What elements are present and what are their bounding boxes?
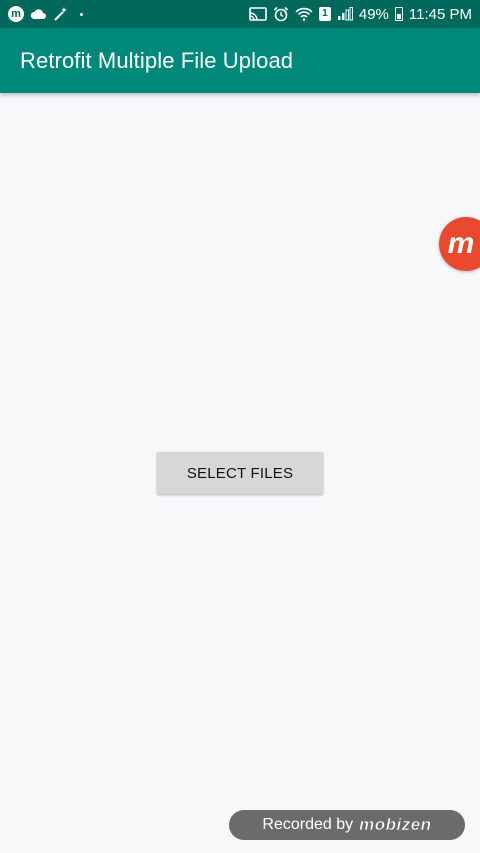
wifi-icon: [295, 7, 313, 21]
clock: 11:45 PM: [408, 5, 472, 23]
mobizen-floating-button[interactable]: m: [439, 217, 480, 271]
mobizen-icon: m: [8, 6, 24, 22]
cast-icon: [249, 7, 267, 21]
cloud-icon: [30, 8, 46, 20]
status-left: m: [8, 6, 83, 22]
app-bar: Retrofit Multiple File Upload: [0, 28, 480, 93]
signal-icon: [337, 7, 353, 21]
app-title: Retrofit Multiple File Upload: [20, 47, 294, 73]
alarm-icon: [273, 6, 289, 22]
sim-1-icon: 1: [318, 7, 331, 21]
watermark-brand-logo: mobizen: [359, 815, 432, 835]
magic-wand-icon: [52, 6, 68, 22]
recording-watermark: Recorded by mobizen: [229, 810, 465, 840]
battery-icon: [394, 7, 403, 21]
battery-percent: 49%: [358, 5, 389, 23]
status-right: 1 49% 11:45 PM: [249, 6, 472, 23]
select-files-button[interactable]: SELECT FILES: [157, 452, 323, 494]
status-bar: m 1 49% 11:45 PM: [0, 0, 480, 28]
mobizen-logo-icon: m: [447, 227, 475, 260]
app-screen: m 1 49% 11:45 PM Retrofit Multiple File …: [0, 0, 480, 853]
dot-icon: [80, 12, 83, 16]
watermark-recorded-by: Recorded by: [262, 816, 354, 833]
